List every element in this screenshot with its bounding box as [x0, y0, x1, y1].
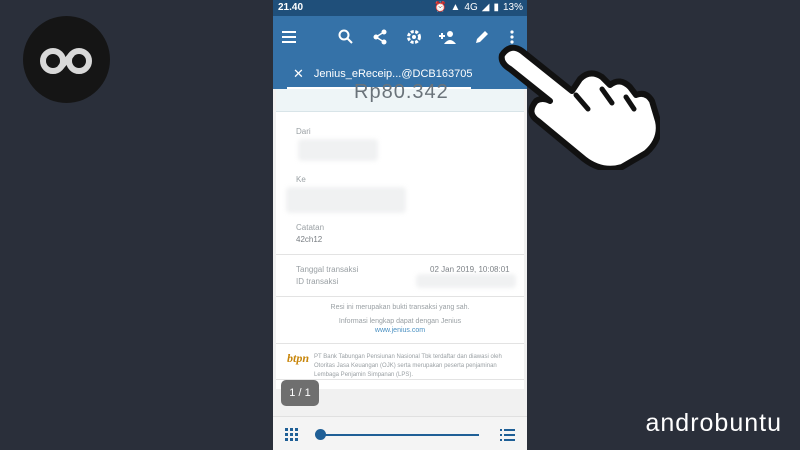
- from-label: Dari: [296, 127, 311, 136]
- status-time: 21.40: [278, 2, 304, 13]
- notice-text: Resi ini merupakan bukti transaksi yang …: [330, 304, 470, 311]
- search-icon[interactable]: [336, 27, 356, 47]
- divider: [276, 343, 524, 344]
- grid-view-icon[interactable]: [285, 428, 299, 447]
- btpn-logo: btpn: [287, 351, 310, 365]
- battery-icon: ▮: [493, 2, 499, 13]
- signal-icon: ▲: [450, 2, 461, 13]
- page-slider-thumb[interactable]: [315, 429, 326, 440]
- footer-disclaimer: PT Bank Tabungan Pensiunan Nasional Tbk …: [314, 354, 502, 378]
- transaction-id-label: ID transaksi: [296, 277, 339, 286]
- list-view-icon[interactable]: [500, 428, 516, 447]
- transaction-id-redacted: [416, 274, 516, 288]
- divider: [276, 296, 524, 297]
- website-link[interactable]: www.jenius.com: [276, 327, 524, 334]
- wifi-icon: ◢: [481, 2, 490, 13]
- amount-value: Rp80.342: [354, 81, 449, 103]
- close-icon[interactable]: ✕: [293, 66, 304, 82]
- note-label: Catatan: [296, 223, 325, 232]
- date-value: 02 Jan 2019, 10:08:01: [430, 265, 510, 274]
- site-logo: [23, 16, 110, 103]
- gear-icon[interactable]: [404, 27, 424, 47]
- notice-text: Informasi lengkap dapat dengan Jenius: [338, 318, 462, 325]
- share-icon[interactable]: [370, 27, 390, 47]
- to-value-redacted: [286, 187, 406, 213]
- battery-level: 13%: [502, 2, 523, 13]
- alarm-icon: ⏰: [434, 2, 447, 13]
- page-slider-track[interactable]: [319, 434, 479, 436]
- brand-watermark: androbuntu: [645, 409, 782, 437]
- pointing-hand-icon: [498, 44, 660, 170]
- from-value-redacted: [298, 139, 378, 161]
- divider: [276, 254, 524, 255]
- note-value: 42ch12: [296, 235, 323, 244]
- date-label: Tanggal transaksi: [296, 265, 359, 274]
- bottom-bar: [273, 416, 527, 450]
- network-label: 4G: [464, 2, 478, 13]
- add-person-icon[interactable]: [438, 27, 458, 47]
- to-label: Ke: [296, 175, 306, 184]
- status-bar: 21.40 ⏰ ▲ 4G ◢ ▮ 13%: [273, 0, 527, 16]
- tab-title: Jenius_eReceip...@DCB163705: [313, 67, 473, 80]
- menu-icon[interactable]: [280, 27, 300, 47]
- page-indicator: 1 / 1: [281, 380, 319, 406]
